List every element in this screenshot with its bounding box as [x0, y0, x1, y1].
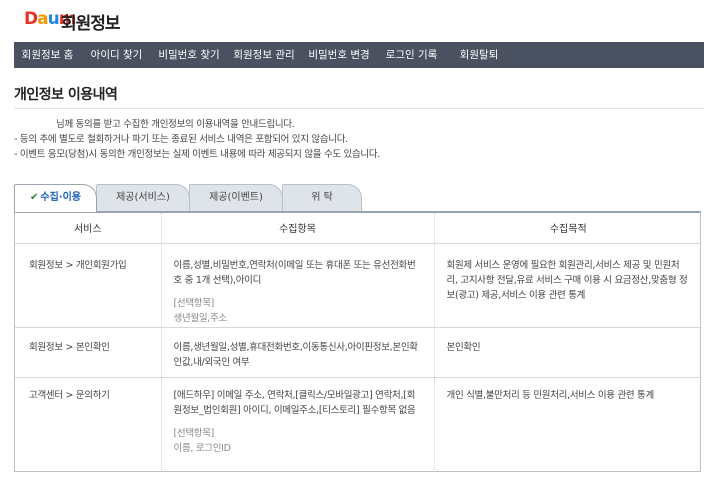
row-items: [애드하우] 이메일 주소, 연락처,[클릭스/모바일광고] 연락처,[회원정보…	[161, 377, 435, 472]
optional-items: 이름, 로그인ID	[173, 442, 231, 454]
nav-withdraw[interactable]: 회원탈퇴	[447, 42, 511, 68]
notice-line-1: 님께 동의를 받고 수집한 개인정보의 이용내역을 안내드립니다.	[56, 119, 295, 130]
nav-member-manage[interactable]: 회원정보 관리	[226, 42, 302, 68]
row-items: 이름,성별,비밀번호,연락처(이메일 또는 휴대폰 또는 유선전화번호 중 1개…	[161, 243, 435, 328]
header: Daum 회원정보	[0, 0, 720, 40]
table-row: 고객센터 > 문의하기 [애드하우] 이메일 주소, 연락처,[클릭스/모바일광…	[15, 377, 702, 472]
usage-table: 서비스 수집항목 수집목적 회원정보 > 개인회원가입 이름,성별,비밀번호,연…	[14, 211, 702, 472]
row-purpose: 본인확인	[434, 327, 702, 378]
logo-letter-d: D	[24, 9, 38, 29]
header-items: 수집항목	[161, 213, 435, 244]
logo-letter-a: a	[37, 9, 49, 29]
row-purpose: 회원제 서비스 운영에 필요한 회원관리,서비스 제공 및 민원처리, 고지사항…	[434, 243, 702, 328]
nav-find-id[interactable]: 아이디 찾기	[81, 42, 152, 68]
tab-provide-event[interactable]: 제공(이벤트)	[189, 184, 283, 211]
row-service: 회원정보 > 개인회원가입	[15, 243, 162, 328]
nav-change-password[interactable]: 비밀번호 변경	[302, 42, 376, 68]
nav-member-home[interactable]: 회원정보 홈	[14, 42, 81, 68]
page-title: 개인정보 이용내역	[14, 87, 118, 103]
notice-line-2: - 등의 추에 별도로 철회하거나 파기 또는 종료된 서비스 내역은 포함되어…	[14, 134, 348, 145]
header-service: 서비스	[15, 213, 162, 244]
site-title[interactable]: 회원정보	[61, 9, 121, 34]
tab-collect-use-label: 수집·이용	[40, 192, 81, 203]
tab-provide-service[interactable]: 제공(서비스)	[96, 184, 190, 211]
row-items: 이름,생년월일,성별,휴대전화번호,이동통신사,아이핀정보,본인확인값,내/외국…	[161, 327, 435, 378]
tab-collect-use[interactable]: ✔ 수집·이용	[14, 184, 97, 212]
notice-box: 님께 동의를 받고 수집한 개인정보의 이용내역을 안내드립니다. - 등의 추…	[14, 118, 704, 163]
logo-letter-u: u	[47, 9, 60, 29]
nav-login-history[interactable]: 로그인 기록	[376, 42, 447, 68]
optional-label: [선택항목]	[173, 427, 215, 439]
row-service: 회원정보 > 본인확인	[15, 327, 162, 378]
row-service: 고객센터 > 문의하기	[15, 377, 162, 472]
row-purpose: 개인 식별,불만처리 등 민원처리,서비스 이용 관련 통계	[446, 389, 655, 401]
optional-items: 생년월일,주소	[173, 312, 228, 324]
required-items: [애드하우] 이메일 주소, 연락처,[클릭스/모바일광고] 연락처,[회원정보…	[173, 389, 416, 416]
required-items: 이름,성별,비밀번호,연락처(이메일 또는 휴대폰 또는 유선전화번호 중 1개…	[173, 259, 416, 286]
nav-find-password[interactable]: 비밀번호 찾기	[152, 42, 226, 68]
optional-label: [선택항목]	[173, 297, 215, 309]
table-row: 회원정보 > 개인회원가입 이름,성별,비밀번호,연락처(이메일 또는 휴대폰 …	[15, 243, 702, 328]
check-icon: ✔	[30, 192, 39, 203]
tab-entrust[interactable]: 위 탁	[282, 184, 362, 211]
usage-tabs: ✔ 수집·이용 제공(서비스) 제공(이벤트) 위 탁	[14, 184, 704, 212]
table-row: 회원정보 > 본인확인 이름,생년월일,성별,휴대전화번호,이동통신사,아이핀정…	[15, 327, 702, 378]
global-nav: 회원정보 홈 아이디 찾기 비밀번호 찾기 회원정보 관리 비밀번호 변경 로그…	[14, 42, 704, 68]
header-purpose: 수집목적	[434, 213, 702, 244]
notice-line-3: - 이벤트 응모(당첨)시 동의한 개인정보는 실제 이벤트 내용에 따라 제공…	[14, 149, 381, 160]
title-divider	[14, 108, 704, 109]
